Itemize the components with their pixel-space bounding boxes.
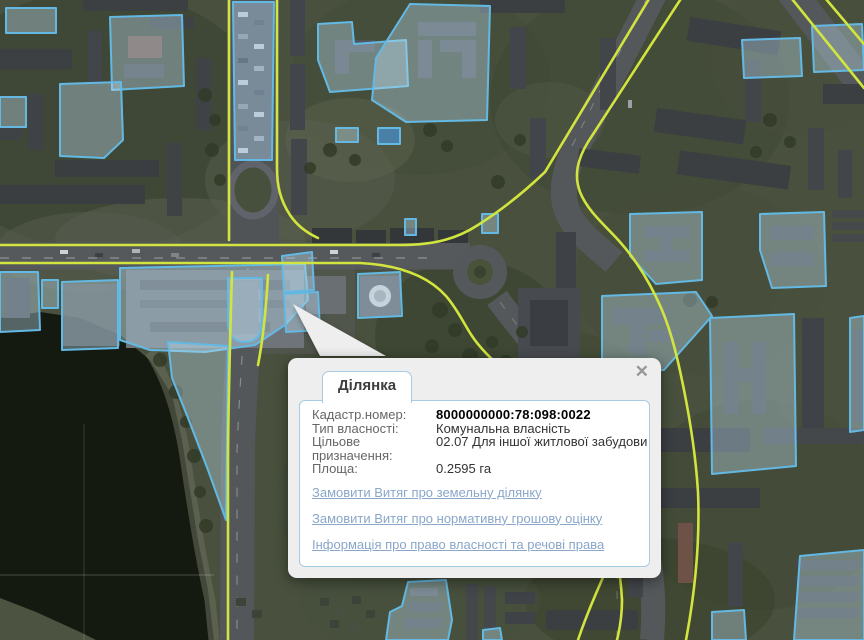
field-label: Тип власності: — [312, 422, 436, 436]
field-label: Цільове призначення: — [312, 435, 436, 462]
cadastral-map-app: ✕ Ділянка Кадастр.номер: 8000000000:78:0… — [0, 0, 864, 640]
field-value: 0.2595 га — [436, 462, 491, 476]
close-icon[interactable]: ✕ — [635, 361, 649, 383]
link-ownership-rights-info[interactable]: Інформація про право власності та речові… — [312, 538, 637, 551]
parcel-links: Замовити Витяг про земельну ділянку Замо… — [300, 476, 649, 551]
field-area: Площа: 0.2595 га — [312, 462, 637, 476]
parcel-info-popup: ✕ Ділянка Кадастр.номер: 8000000000:78:0… — [288, 358, 661, 578]
popup-callout-pointer — [286, 298, 396, 362]
field-label: Кадастр.номер: — [312, 408, 436, 422]
field-ownership-type: Тип власності: Комунальна власність — [312, 422, 637, 436]
link-order-monetary-valuation-extract[interactable]: Замовити Витяг про нормативну грошову оц… — [312, 512, 637, 525]
field-value: 8000000000:78:098:0022 — [436, 408, 591, 422]
link-order-parcel-extract[interactable]: Замовити Витяг про земельну ділянку — [312, 486, 637, 499]
tab-parcel[interactable]: Ділянка — [322, 371, 412, 403]
parcel-info-panel: Кадастр.номер: 8000000000:78:098:0022 Ти… — [299, 400, 650, 567]
field-value: 02.07 Для іншої житлової забудови — [436, 435, 647, 462]
parcel-fields: Кадастр.номер: 8000000000:78:098:0022 Ти… — [300, 401, 649, 476]
field-purpose: Цільове призначення: 02.07 Для іншої жит… — [312, 435, 637, 462]
field-cadastral-number: Кадастр.номер: 8000000000:78:098:0022 — [312, 408, 637, 422]
field-label: Площа: — [312, 462, 436, 476]
field-value: Комунальна власність — [436, 422, 570, 436]
